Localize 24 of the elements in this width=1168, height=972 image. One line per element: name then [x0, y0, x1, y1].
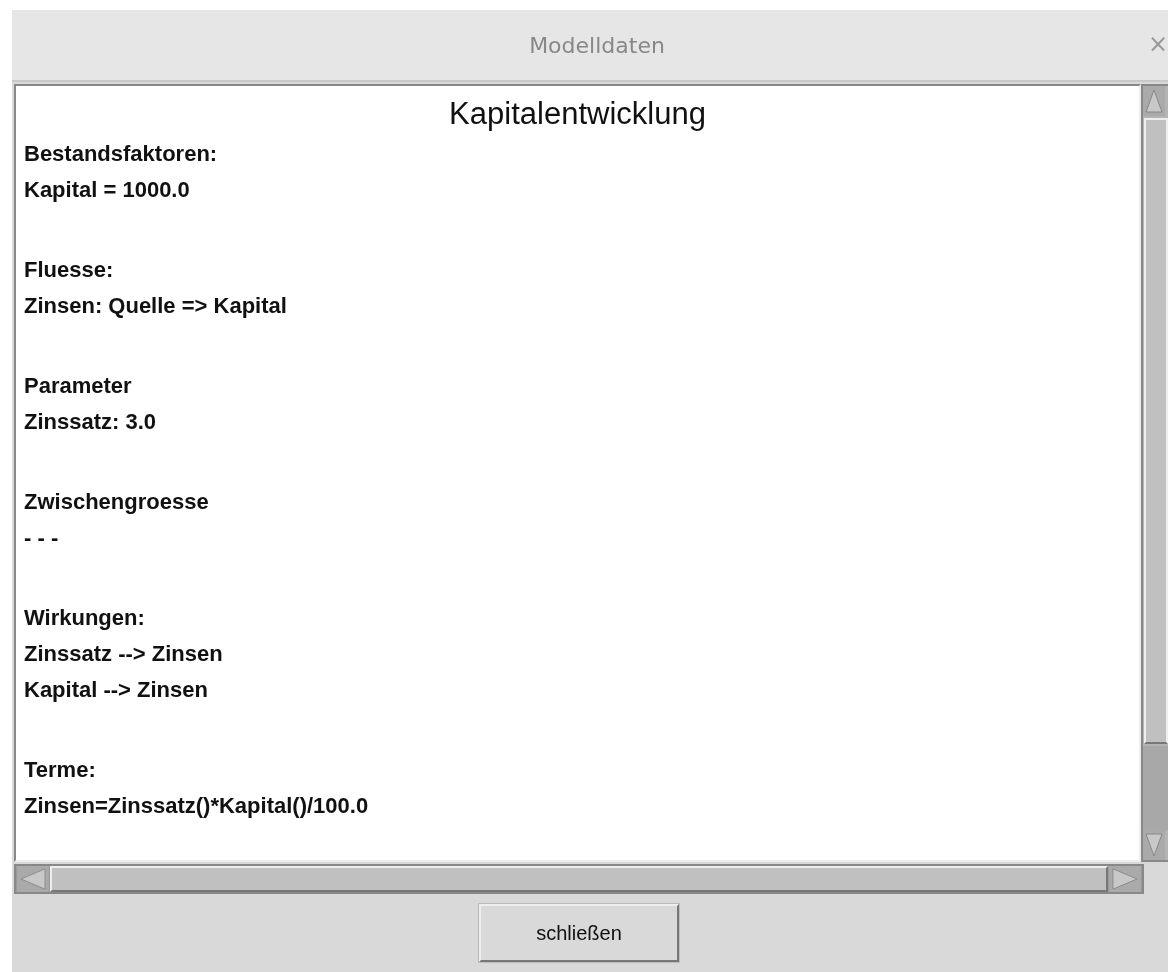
section-title: Bestandsfaktoren:	[24, 140, 219, 168]
document-heading: Kapitalentwicklung	[448, 95, 707, 133]
scroll-thumb[interactable]	[1144, 118, 1168, 744]
text-line: Zinsen=Zinssatz()*Kapital()/100.0	[24, 792, 370, 820]
text-line: Zinssatz: 3.0	[24, 408, 158, 436]
text-line: - - -	[24, 524, 60, 552]
close-dialog-button[interactable]: schließen	[479, 904, 679, 962]
text-line: Kapital --> Zinsen	[24, 676, 209, 704]
scroll-down-icon[interactable]	[1143, 830, 1165, 860]
horizontal-scrollbar[interactable]	[14, 864, 1144, 894]
section-title: Fluesse:	[24, 256, 115, 284]
section-title: Zwischengroesse	[24, 488, 210, 516]
section-title: Parameter	[24, 372, 133, 400]
text-line: Zinsen: Quelle => Kapital	[24, 292, 288, 320]
section-title: Terme:	[24, 756, 97, 784]
scroll-up-icon[interactable]	[1143, 86, 1165, 116]
text-line: Kapital = 1000.0	[24, 176, 191, 204]
scroll-left-icon[interactable]	[16, 866, 50, 892]
vertical-scrollbar[interactable]	[1141, 84, 1168, 862]
scroll-right-icon[interactable]	[1108, 866, 1142, 892]
scroll-thumb[interactable]	[50, 866, 1108, 892]
window-title: Modelldaten	[529, 32, 665, 58]
section-title: Wirkungen:	[24, 604, 146, 632]
text-line: Zinssatz --> Zinsen	[24, 640, 224, 668]
